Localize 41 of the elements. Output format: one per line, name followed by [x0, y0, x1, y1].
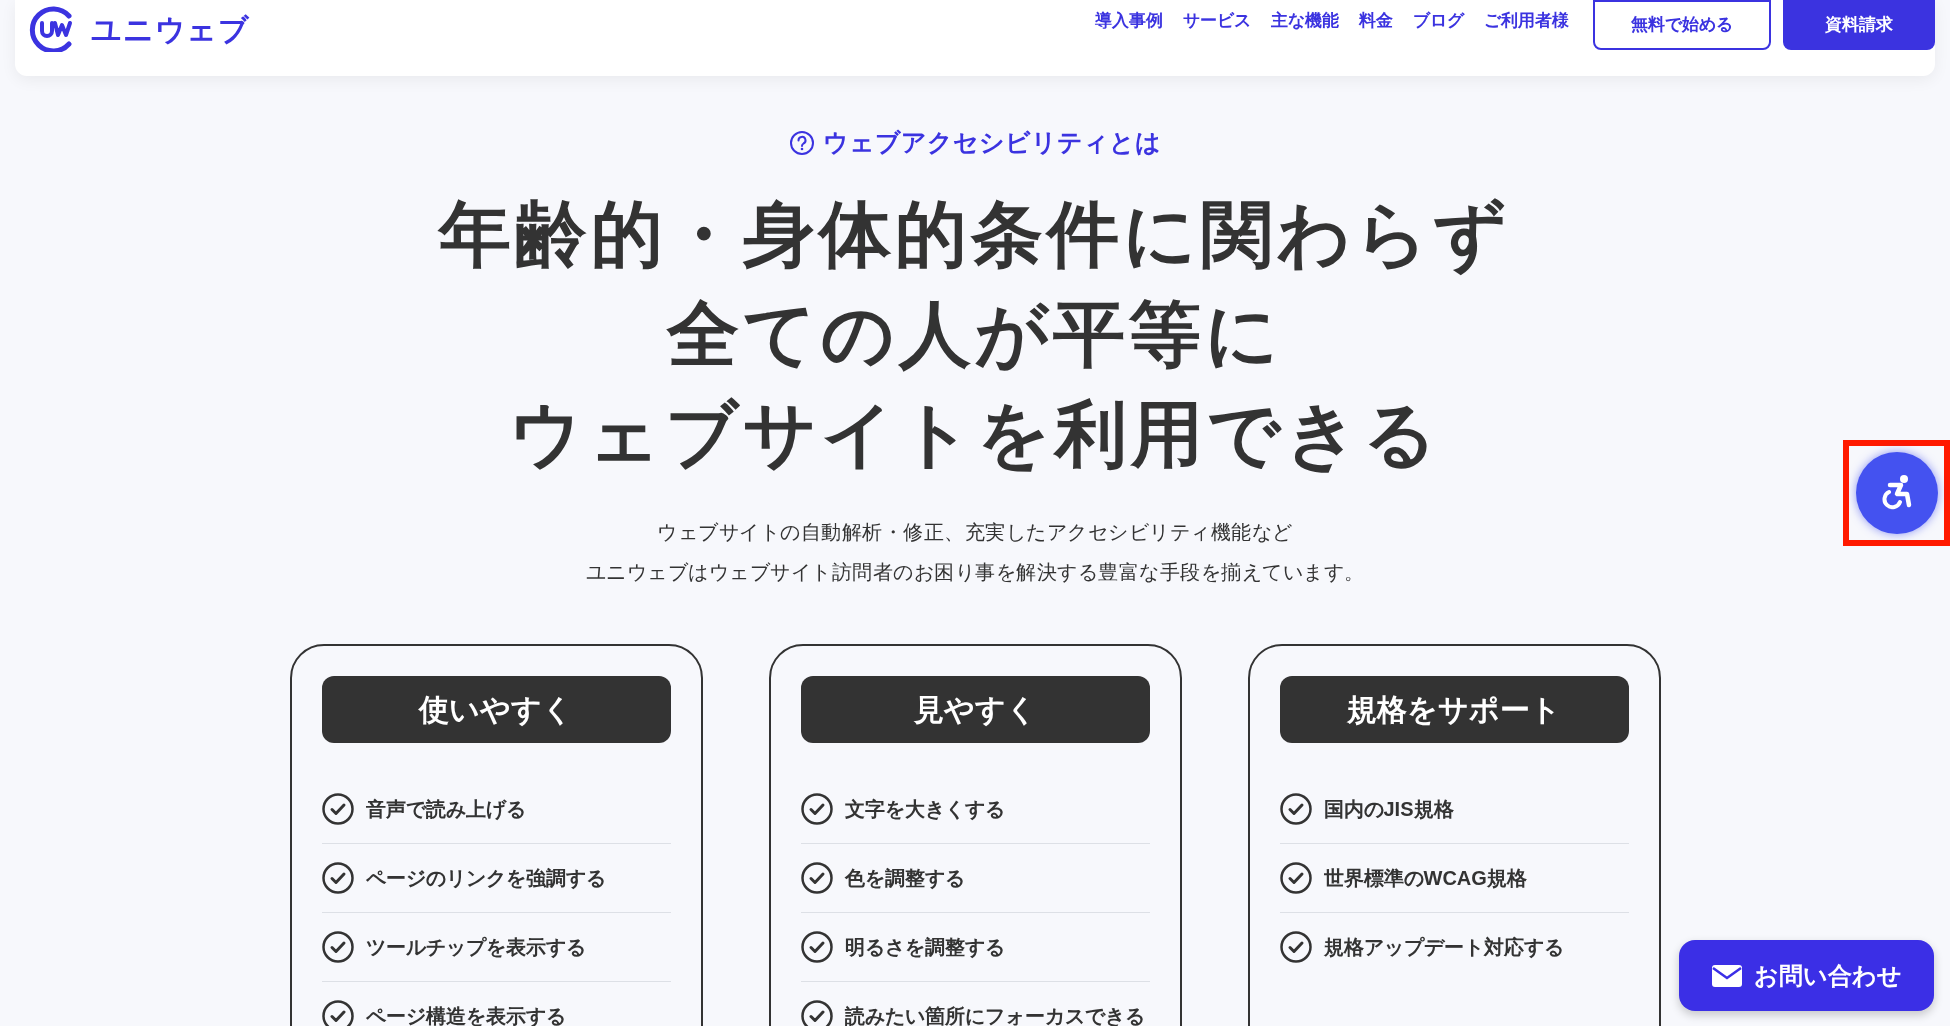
feature-item: 国内のJIS規格	[1323, 796, 1454, 822]
feature-item: ツールチップを表示する	[365, 934, 586, 960]
logo-text: ユニウェブ	[91, 11, 250, 48]
check-circle-icon	[321, 792, 354, 825]
hero-description: ウェブサイトの自動解析・修正、充実したアクセシビリティ機能など	[657, 519, 1293, 545]
nav-link[interactable]: サービス	[1183, 8, 1251, 34]
hero-description: ユニウェブはウェブサイト訪問者のお困り事を解決する豊富な手段を揃えています。	[585, 559, 1365, 585]
check-circle-icon	[1279, 861, 1312, 894]
nav-link[interactable]: 主な機能	[1271, 8, 1339, 34]
feature-item: 音声で読み上げる	[365, 796, 526, 822]
envelope-icon	[1711, 964, 1742, 987]
check-circle-icon	[1279, 931, 1312, 963]
feature-item: 規格アップデート対応する	[1323, 935, 1564, 960]
start-button[interactable]: 無料で始める	[1593, 0, 1771, 50]
check-circle-icon	[800, 930, 833, 963]
feature-item: 明るさを調整する	[844, 934, 1005, 960]
hero-heading: ウェブサイトを利用できる	[509, 392, 1441, 476]
feature-item: ページのリンクを強調する	[365, 865, 606, 891]
check-circle-icon	[1279, 792, 1312, 825]
feature-item: 読みたい箇所にフォーカスできる	[844, 1004, 1145, 1026]
check-circle-icon	[800, 861, 833, 894]
section-eyebrow: ウェブアクセシビリティとは	[823, 127, 1161, 158]
feature-item: 世界標準のWCAG規格	[1323, 865, 1527, 891]
card-title: 見やすく	[800, 675, 1150, 743]
feature-item: 文字を大きくする	[844, 796, 1005, 822]
card-title: 使いやすく	[321, 675, 671, 743]
request-button[interactable]: 資料請求	[1783, 0, 1935, 50]
nav-link[interactable]: 導入事例	[1095, 8, 1163, 34]
hero-heading: 全ての人が平等に	[667, 292, 1283, 376]
check-circle-icon	[800, 792, 833, 825]
nav-link[interactable]: ブログ	[1413, 8, 1464, 34]
nav-link[interactable]: ご利用者様	[1484, 8, 1569, 34]
accessibility-button[interactable]	[1855, 452, 1938, 534]
question-icon	[789, 129, 815, 156]
hero-heading: 年齢的・身体的条件に関わらず	[439, 192, 1511, 277]
feature-item: 色を調整する	[844, 865, 965, 891]
contact-button[interactable]: お問い合わせ	[1679, 940, 1934, 1011]
card-title: 規格をサポート	[1279, 675, 1629, 743]
check-circle-icon	[321, 930, 354, 963]
nav-link[interactable]: 料金	[1359, 8, 1393, 34]
check-circle-icon	[321, 861, 354, 894]
